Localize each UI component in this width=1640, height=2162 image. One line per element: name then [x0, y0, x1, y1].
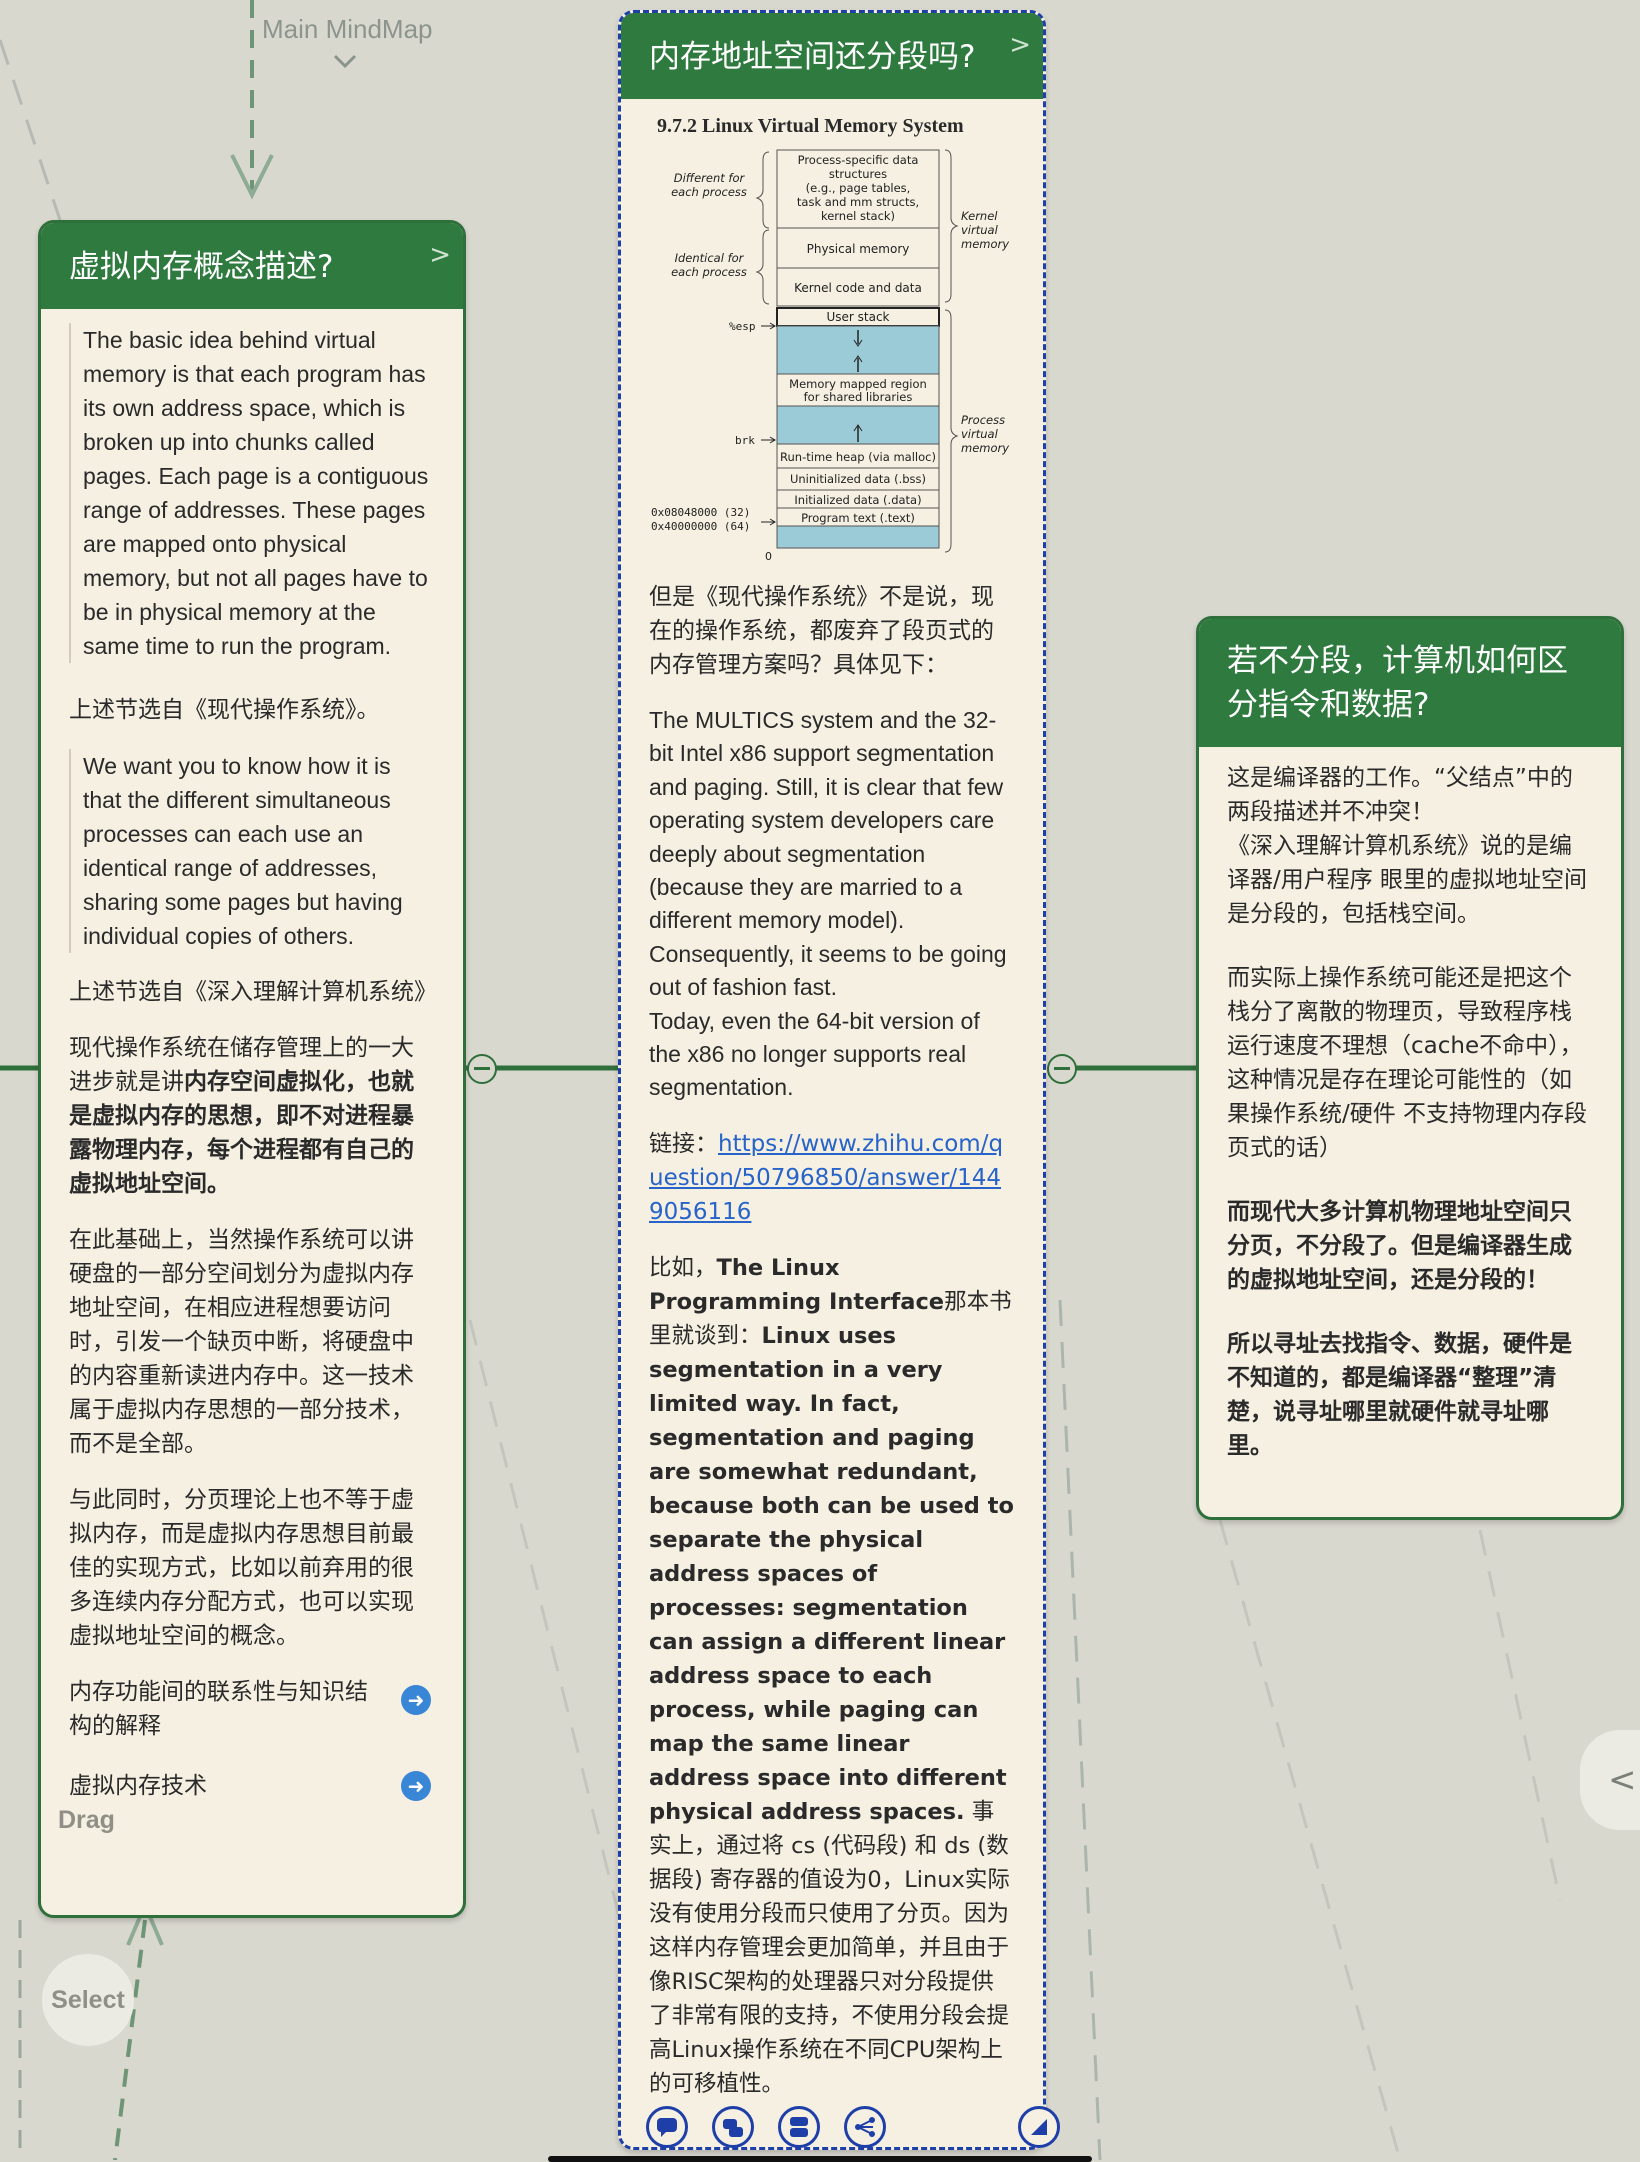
node-title[interactable]: 内存地址空间还分段吗? >: [621, 13, 1043, 99]
share-icon: [855, 2117, 875, 2137]
svg-text:Identical for: Identical for: [675, 251, 745, 265]
svg-text:0: 0: [765, 550, 772, 563]
paragraph: Today, even the 64-bit version of the x8…: [649, 1007, 980, 1101]
node-title-text: 内存地址空间还分段吗?: [649, 39, 976, 75]
paragraph-bold-text: 而现代大多计算机物理地址空间只分页，不分段了。但是编译器生成的虚拟地址空间，还是…: [1227, 1199, 1572, 1293]
comment-icon: [657, 2118, 677, 2137]
svg-text:0x40000000 (64): 0x40000000 (64): [651, 520, 750, 533]
svg-text:Kernel code and data: Kernel code and data: [794, 281, 922, 295]
source-note: 上述节选自《现代操作系统》。: [69, 697, 380, 723]
svg-text:Uninitialized data (.bss): Uninitialized data (.bss): [790, 472, 926, 486]
svg-text:memory: memory: [961, 441, 1009, 455]
svg-text:Different for: Different for: [674, 171, 746, 185]
paragraph: 在此基础上，当然操作系统可以讲硬盘的一部分空间划分为虚拟内存地址空间，在相应进程…: [69, 1227, 414, 1457]
paragraph: 比如，The Linux Programming Interface那本书里就谈…: [649, 1251, 1015, 2101]
svg-text:virtual: virtual: [961, 427, 999, 441]
chevron-left-icon: <: [1608, 1760, 1637, 1800]
node-title[interactable]: 若不分段，计算机如何区分指令和数据?: [1199, 619, 1621, 747]
drag-handle[interactable]: Drag: [58, 1806, 115, 1835]
paragraph: 但是《现代操作系统》不是说，现在的操作系统，都废弃了段页式的内存管理方案吗？具体…: [649, 584, 994, 678]
quote-block: The basic idea behind virtual memory is …: [69, 323, 435, 663]
node-card-segmentation[interactable]: 内存地址空间还分段吗? > 9.7.2 Linux Virtual Memory…: [618, 10, 1046, 2150]
collapse-branch-button[interactable]: [1047, 1054, 1077, 1084]
figure-heading: 9.7.2 Linux Virtual Memory System: [657, 115, 964, 137]
expand-arrow-icon[interactable]: >: [429, 233, 451, 277]
resize-corner-icon: [1031, 2119, 1047, 2135]
paragraph: 现代操作系统在储存管理上的一大进步就是讲内存空间虚拟化，也就是虚拟内存的思想，即…: [69, 1031, 435, 1201]
add-sibling-button[interactable]: [778, 2106, 820, 2148]
svg-text:Physical memory: Physical memory: [807, 242, 910, 256]
home-indicator: [548, 2156, 1092, 2162]
svg-text:each process: each process: [671, 265, 747, 279]
arrow-right-icon[interactable]: ➜: [401, 1771, 431, 1801]
paragraph: The MULTICS system and the 32-bit Intel …: [649, 707, 1007, 1001]
svg-text:Process: Process: [961, 413, 1005, 427]
svg-text:memory: memory: [961, 237, 1009, 251]
svg-text:task and mm structs,: task and mm structs,: [797, 195, 919, 209]
svg-text:Memory mapped region: Memory mapped region: [789, 377, 927, 391]
paragraph-bold-text: 所以寻址去找指令、数据，硬件是不知道的，都是编译器“整理”清楚，说寻址哪里就硬件…: [1227, 1331, 1572, 1459]
arrow-right-icon[interactable]: ➜: [401, 1685, 431, 1715]
add-child-button[interactable]: [712, 2106, 754, 2148]
expand-arrow-icon[interactable]: >: [1009, 23, 1031, 67]
quote-block: We want you to know how it is that the d…: [69, 749, 435, 953]
svg-text:User stack: User stack: [826, 310, 889, 324]
child-link-label: 虚拟内存技术: [69, 1773, 207, 1799]
paragraph: 与此同时，分页理论上也不等于虚拟内存，而是虚拟内存思想目前最佳的实现方式，比如以…: [69, 1487, 414, 1649]
paragraph: 所以寻址去找指令、数据，硬件是不知道的，都是编译器“整理”清楚，说寻址哪里就硬件…: [1227, 1327, 1593, 1463]
svg-text:Process-specific data: Process-specific data: [798, 153, 919, 167]
svg-text:%esp: %esp: [729, 320, 756, 333]
svg-text:(e.g., page tables,: (e.g., page tables,: [806, 181, 911, 195]
paragraph-text: 事实上，通过将 cs (代码段) 和 ds (数据段) 寄存器的值设为0，Lin…: [649, 1798, 1010, 2097]
svg-text:kernel stack): kernel stack): [821, 209, 895, 223]
memory-layout-figure: Process-specific data structures (e.g., …: [651, 149, 1009, 563]
svg-text:Run-time heap (via malloc): Run-time heap (via malloc): [780, 450, 936, 464]
node-card-virtual-memory[interactable]: 虚拟内存概念描述? > The basic idea behind virtua…: [38, 220, 466, 1918]
node-card-instructions-data[interactable]: 若不分段，计算机如何区分指令和数据? 这是编译器的工作。“父结点”中的两段描述并…: [1196, 616, 1624, 1520]
link-label: 链接：: [649, 1130, 718, 1157]
svg-text:0x08048000 (32): 0x08048000 (32): [651, 506, 750, 519]
svg-text:each process: each process: [671, 185, 747, 199]
collapse-branch-button[interactable]: [467, 1054, 497, 1084]
link-paragraph: 链接：https://www.zhihu.com/question/507968…: [649, 1127, 1015, 1229]
child-link-label: 内存功能间的联系性与知识结构的解释: [69, 1679, 368, 1739]
source-note: 上述节选自《深入理解计算机系统》: [69, 979, 437, 1005]
node-title-text: 若不分段，计算机如何区分指令和数据?: [1227, 643, 1568, 723]
svg-text:Kernel: Kernel: [961, 209, 998, 223]
svg-text:Initialized data (.data): Initialized data (.data): [794, 493, 921, 507]
node-title-text: 虚拟内存概念描述?: [69, 249, 334, 285]
side-panel-toggle[interactable]: <: [1580, 1730, 1640, 1830]
share-button[interactable]: [844, 2106, 886, 2148]
svg-text:for shared libraries: for shared libraries: [804, 390, 913, 404]
select-button[interactable]: Select: [42, 1954, 134, 2046]
paragraph: 这是编译器的工作。“父结点”中的两段描述并不冲突！ 《深入理解计算机系统》说的是…: [1227, 765, 1588, 927]
comment-button[interactable]: [646, 2106, 688, 2148]
svg-text:virtual: virtual: [961, 223, 999, 237]
quote-text: Linux uses segmentation in a very limite…: [649, 1322, 1014, 1825]
svg-text:structures: structures: [829, 167, 887, 181]
svg-text:Program text (.text): Program text (.text): [801, 511, 915, 525]
paragraph: 而现代大多计算机物理地址空间只分页，不分段了。但是编译器生成的虚拟地址空间，还是…: [1227, 1195, 1593, 1297]
child-link-item[interactable]: 虚拟内存技术 ➜: [69, 1769, 435, 1803]
node-title[interactable]: 虚拟内存概念描述? >: [41, 223, 463, 309]
paragraph: 而实际上操作系统可能还是把这个栈分了离散的物理页，导致程序栈运行速度不理想（ca…: [1227, 965, 1588, 1161]
add-node-icon: [723, 2119, 743, 2137]
paragraph-text: 比如，: [649, 1254, 717, 1281]
svg-text:brk: brk: [735, 434, 755, 447]
child-link-item[interactable]: 内存功能间的联系性与知识结构的解释 ➜: [69, 1675, 435, 1743]
resize-button[interactable]: [1018, 2106, 1060, 2148]
chevron-down-icon[interactable]: [332, 52, 358, 70]
sibling-node-icon: [790, 2117, 808, 2137]
main-mindmap-link[interactable]: Main MindMap: [262, 14, 433, 45]
